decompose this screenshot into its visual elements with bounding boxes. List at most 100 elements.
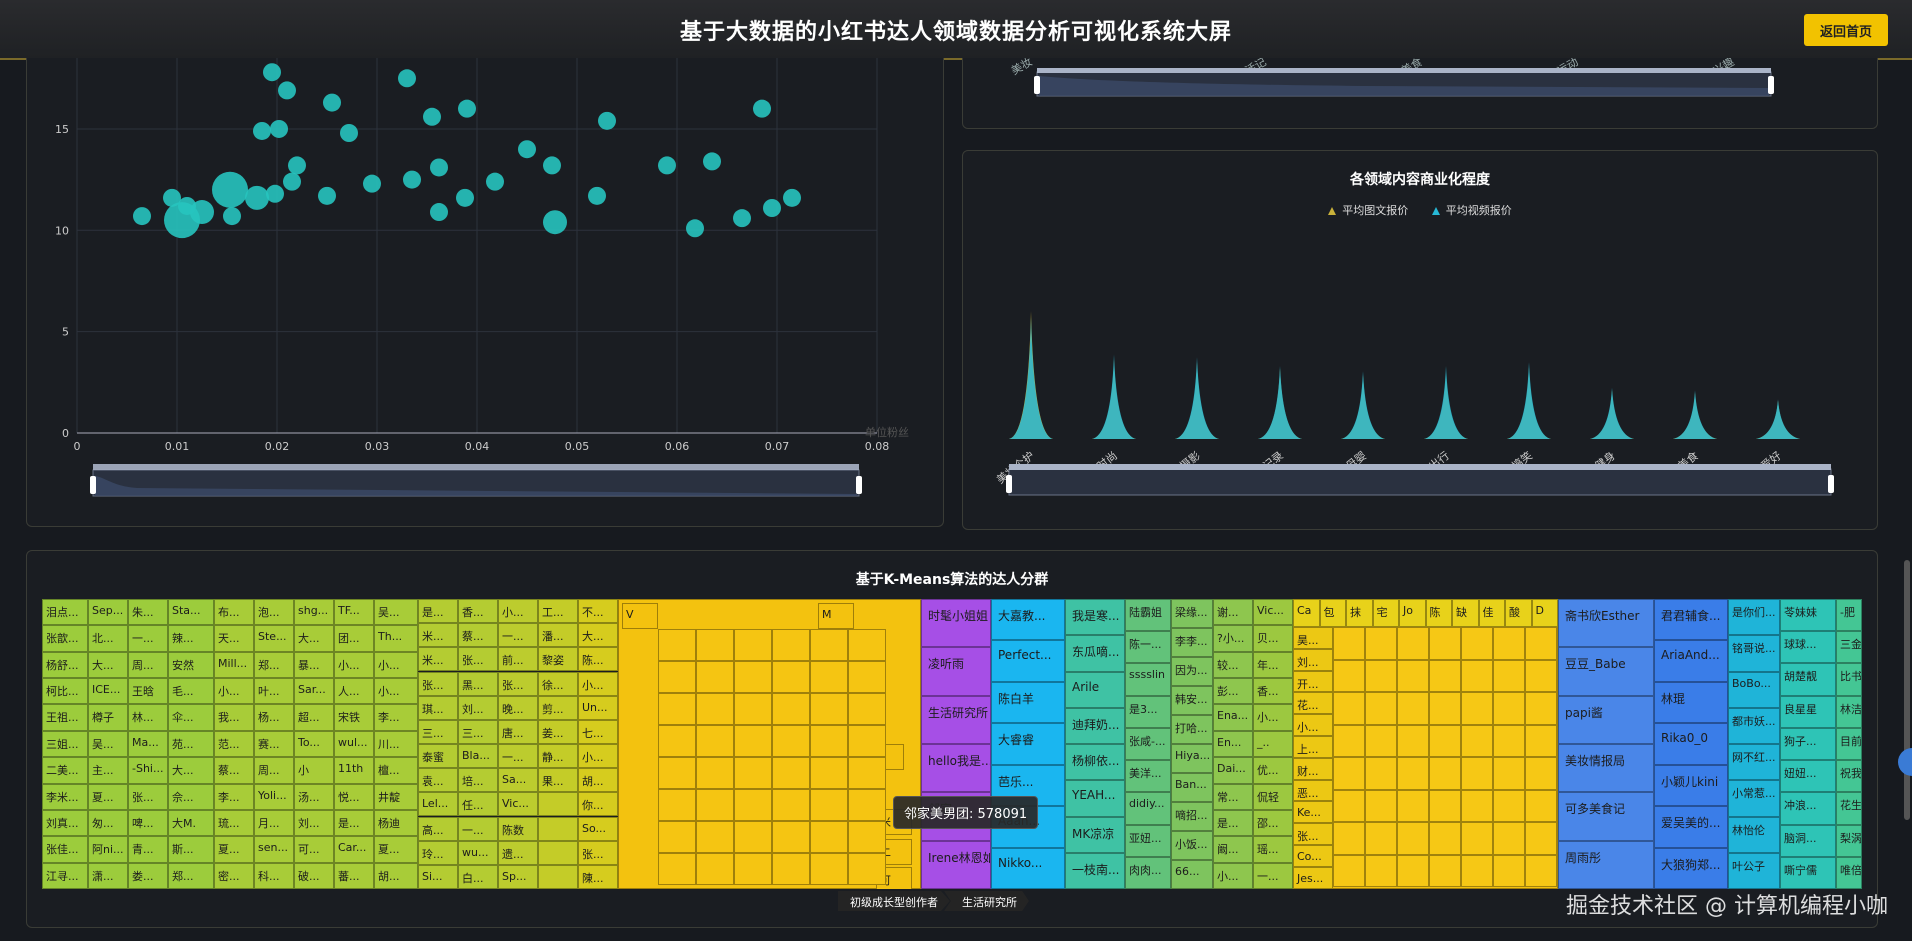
treemap-cell[interactable]: 小...: [1253, 704, 1293, 731]
scatter-point[interactable]: [703, 152, 721, 171]
treemap-cell[interactable]: 嘀招...: [1171, 802, 1213, 831]
treemap-cell[interactable]: [538, 864, 578, 889]
treemap-cell[interactable]: [1333, 724, 1365, 757]
zoom-handle-left[interactable]: [1006, 475, 1012, 493]
scatter-point[interactable]: [543, 156, 561, 175]
treemap-cell[interactable]: 布...: [214, 599, 254, 626]
treemap-cell[interactable]: [1365, 854, 1397, 887]
treemap-cell[interactable]: 上...: [1293, 736, 1333, 758]
treemap-cell[interactable]: 泪点...: [42, 599, 88, 626]
treemap-cell[interactable]: 张咸-...: [1125, 727, 1171, 761]
treemap-cell[interactable]: [538, 840, 578, 865]
commerce-spike[interactable]: [1175, 357, 1219, 439]
commerce-spike[interactable]: [1424, 366, 1468, 439]
treemap-cell[interactable]: 夏...: [374, 836, 418, 863]
treemap-cell[interactable]: 大...: [578, 623, 618, 648]
treemap-cell[interactable]: 潘...: [538, 623, 578, 648]
treemap-cell[interactable]: [1493, 627, 1525, 660]
treemap-cell[interactable]: [1493, 822, 1525, 855]
treemap-cell[interactable]: 大嘉教...: [991, 599, 1065, 641]
treemap-cell[interactable]: 破...: [294, 862, 334, 889]
treemap-cell[interactable]: 蔡...: [458, 623, 498, 648]
treemap-cell[interactable]: 超...: [294, 704, 334, 731]
treemap-cell[interactable]: 匆...: [88, 809, 128, 837]
treemap-cell[interactable]: ?小...: [1213, 625, 1253, 652]
treemap-cell[interactable]: Ena...: [1213, 704, 1253, 731]
scatter-point[interactable]: [733, 209, 751, 228]
commerce-spike[interactable]: [1673, 390, 1717, 439]
zoom-handle-left[interactable]: [1034, 76, 1040, 94]
treemap-cell[interactable]: To...: [294, 730, 334, 758]
treemap-cell[interactable]: Si...: [418, 864, 458, 889]
treemap-cell[interactable]: 小...: [374, 678, 418, 705]
treemap-cell[interactable]: 啤...: [128, 809, 168, 837]
treemap-cell[interactable]: 祝我: [1836, 760, 1862, 793]
scatter-point[interactable]: [753, 99, 771, 118]
treemap-cell[interactable]: 大...: [294, 625, 334, 652]
treemap-cell[interactable]: 冲浪...: [1780, 792, 1836, 825]
treemap-cell[interactable]: Yoli...: [254, 783, 294, 810]
treemap-cell[interactable]: 叶...: [254, 678, 294, 705]
treemap-cell[interactable]: 林洁: [1836, 695, 1862, 728]
scatter-point[interactable]: [318, 186, 336, 205]
breadcrumb-item[interactable]: 初级成长型创作者: [838, 891, 950, 911]
treemap-cell[interactable]: [696, 693, 734, 725]
treemap-cell[interactable]: [1429, 724, 1461, 757]
treemap-cell[interactable]: 三...: [458, 719, 498, 744]
treemap-cell[interactable]: [734, 757, 772, 789]
treemap-cell[interactable]: [772, 661, 810, 693]
treemap-cell[interactable]: 可...: [294, 836, 334, 863]
treemap-cell[interactable]: [1461, 822, 1493, 855]
treemap-cell[interactable]: 七...: [578, 719, 618, 744]
treemap-cell[interactable]: 暴...: [294, 651, 334, 679]
treemap-cell[interactable]: 月...: [254, 809, 294, 837]
treemap-cell[interactable]: [1525, 724, 1557, 757]
treemap-cell[interactable]: BoBo...: [1728, 671, 1780, 708]
treemap-cell[interactable]: Car...: [334, 836, 374, 863]
treemap-cell[interactable]: En...: [1213, 730, 1253, 758]
treemap-cell[interactable]: 黎姿: [538, 647, 578, 672]
treemap-cell[interactable]: -Shi...: [128, 757, 168, 784]
treemap-cell[interactable]: 是...: [1213, 809, 1253, 837]
treemap-cell[interactable]: wu...: [458, 840, 498, 865]
treemap-cell[interactable]: -肥: [1836, 599, 1862, 632]
treemap-cell[interactable]: 小...: [578, 671, 618, 696]
treemap-cell[interactable]: 李...: [374, 704, 418, 731]
commerce-spike[interactable]: [1341, 371, 1385, 439]
treemap-cell[interactable]: [848, 853, 886, 885]
treemap-cell[interactable]: [810, 661, 848, 693]
treemap-cell[interactable]: [772, 789, 810, 821]
treemap-cell[interactable]: [1397, 822, 1429, 855]
zoom-handle-right[interactable]: [1768, 76, 1774, 94]
treemap-cell[interactable]: [538, 816, 578, 841]
treemap-cell[interactable]: 酸: [1505, 599, 1532, 627]
treemap-cell[interactable]: [1525, 692, 1557, 725]
scatter-point[interactable]: [245, 185, 269, 210]
treemap-cell[interactable]: 胡楚靓: [1780, 663, 1836, 696]
treemap-cell[interactable]: 优...: [1253, 757, 1293, 784]
treemap-cell[interactable]: [696, 821, 734, 853]
treemap-cell[interactable]: [810, 725, 848, 757]
treemap-cell[interactable]: [1461, 659, 1493, 692]
treemap-cell[interactable]: [1461, 627, 1493, 660]
treemap-cell[interactable]: [1525, 789, 1557, 822]
treemap-cell[interactable]: Jes...: [1293, 866, 1333, 889]
treemap-cell[interactable]: sen...: [254, 836, 294, 863]
treemap-cell[interactable]: [1525, 854, 1557, 887]
treemap-cell[interactable]: [810, 629, 848, 661]
treemap-cell[interactable]: 张佳...: [42, 836, 88, 863]
scatter-point[interactable]: [212, 171, 248, 208]
treemap-cell[interactable]: 邵...: [1253, 809, 1293, 837]
treemap-cell[interactable]: 科...: [254, 862, 294, 889]
treemap-cell[interactable]: 团...: [334, 625, 374, 652]
treemap-cell[interactable]: Hiya...: [1171, 744, 1213, 773]
treemap-cell[interactable]: 斋书欣Esther: [1558, 599, 1654, 648]
treemap-cell[interactable]: 蕃...: [334, 862, 374, 889]
treemap-cell[interactable]: 林琨: [1654, 681, 1728, 724]
treemap-cell[interactable]: [1429, 757, 1461, 790]
treemap-cell[interactable]: 不...: [578, 599, 618, 624]
treemap-cell[interactable]: 生活研究所: [921, 695, 991, 744]
zoom-handle-right[interactable]: [856, 476, 862, 494]
treemap-cell[interactable]: 林...: [128, 704, 168, 731]
treemap-cell[interactable]: Dai...: [1213, 757, 1253, 784]
